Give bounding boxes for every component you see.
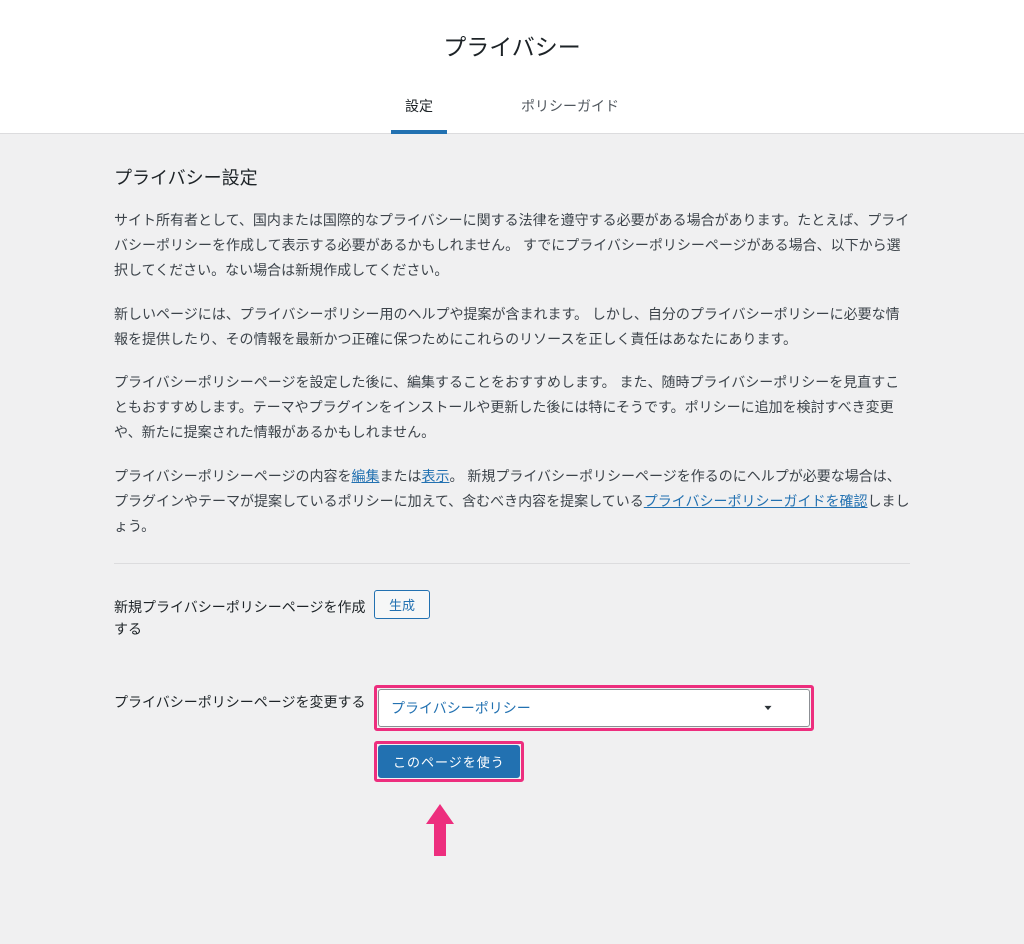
arrow-annotation [420,800,910,860]
change-page-label: プライバシーポリシーページを変更する [114,685,374,713]
arrow-up-icon [420,800,460,860]
view-link[interactable]: 表示 [421,468,449,484]
create-page-label: 新規プライバシーポリシーページを作成する [114,590,374,641]
tab-policy-guide[interactable]: ポリシーガイド [507,86,633,134]
divider [114,563,910,564]
privacy-page-select[interactable]: プライバシーポリシー [378,689,810,727]
section-heading: プライバシー設定 [114,164,910,190]
change-page-row: プライバシーポリシーページを変更する プライバシーポリシー このページを使う [114,685,910,860]
highlight-select: プライバシーポリシー [374,685,814,731]
create-page-row: 新規プライバシーポリシーページを作成する 生成 [114,590,910,641]
page-title: プライバシー [0,28,1024,62]
tab-settings[interactable]: 設定 [391,86,447,134]
use-this-page-button[interactable]: このページを使う [378,745,520,778]
select-value: プライバシーポリシー [391,698,531,718]
p4-text-2: または [379,468,421,484]
guide-link[interactable]: プライバシーポリシーガイドを確認 [644,493,868,509]
intro-paragraph-2: 新しいページには、プライバシーポリシー用のヘルプや提案が含まれます。 しかし、自… [114,302,910,352]
content: プライバシー設定 サイト所有者として、国内または国際的なプライバシーに関する法律… [82,134,942,944]
intro-paragraph-1: サイト所有者として、国内または国際的なプライバシーに関する法律を遵守する必要があ… [114,208,910,284]
intro-paragraph-3: プライバシーポリシーページを設定した後に、編集することをおすすめします。 また、… [114,370,910,446]
intro-paragraph-4: プライバシーポリシーページの内容を編集または表示。 新規プライバシーポリシーペー… [114,464,910,540]
page-header: プライバシー 設定 ポリシーガイド [0,0,1024,134]
highlight-button: このページを使う [374,741,524,782]
p4-text-1: プライバシーポリシーページの内容を [114,468,351,484]
edit-link[interactable]: 編集 [351,468,379,484]
chevron-down-icon [761,701,775,715]
create-button[interactable]: 生成 [374,590,430,619]
tab-nav: 設定 ポリシーガイド [0,86,1024,133]
